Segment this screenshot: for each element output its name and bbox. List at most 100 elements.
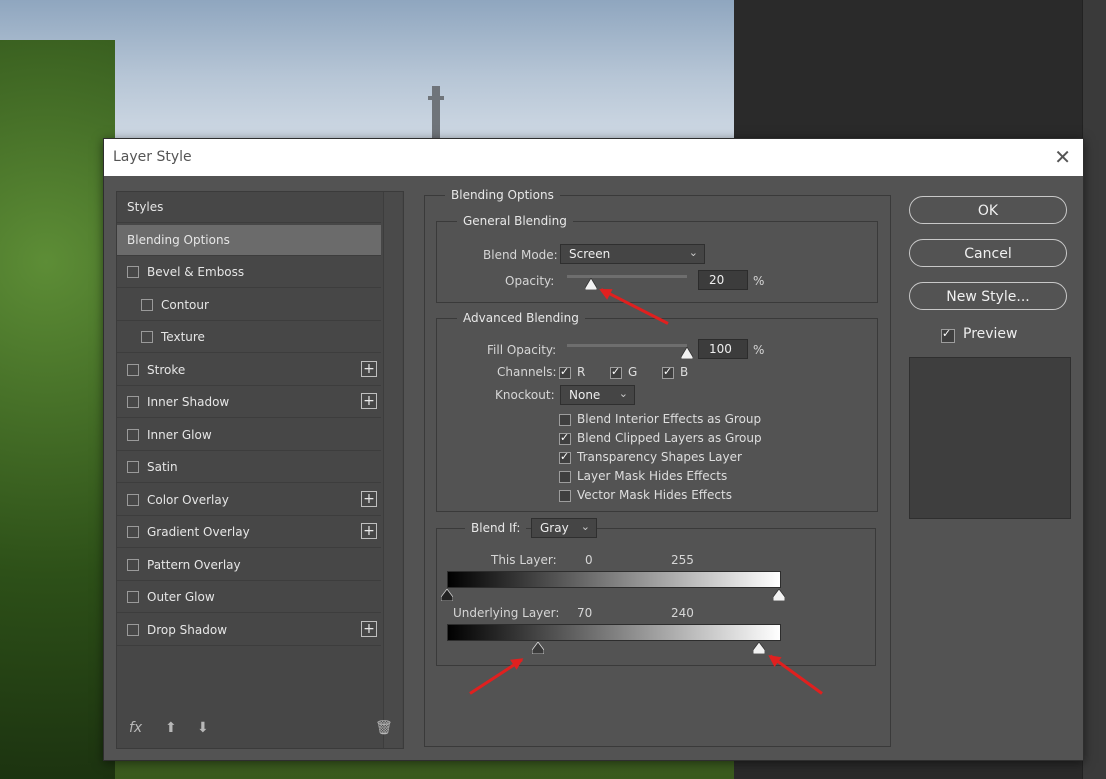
- style-item-label: Bevel & Emboss: [147, 265, 245, 279]
- option-checkbox-4[interactable]: [559, 490, 571, 502]
- styles-scrollbar[interactable]: [383, 192, 402, 748]
- this-layer-low-value: 0: [585, 553, 593, 567]
- advanced-blending-title: Advanced Blending: [457, 311, 585, 325]
- style-item-checkbox[interactable]: [141, 298, 153, 311]
- advanced-blending-group: Advanced Blending Fill Opacity: % Channe…: [436, 311, 878, 512]
- this-layer-label: This Layer:: [491, 553, 557, 567]
- knockout-label: Knockout:: [495, 388, 555, 402]
- preview-checkbox[interactable]: [941, 327, 955, 343]
- underlying-high-slider[interactable]: [753, 642, 766, 654]
- background-trees: [0, 40, 115, 779]
- add-effect-icon[interactable]: +: [361, 523, 377, 539]
- option-checkbox-1[interactable]: [559, 431, 571, 445]
- style-item-inner-glow[interactable]: Inner Glow: [117, 420, 381, 451]
- chevron-down-icon: ⌄: [688, 246, 698, 259]
- styles-header[interactable]: Styles: [117, 192, 381, 223]
- right-panel-strip: [1082, 0, 1106, 779]
- new-style-button[interactable]: New Style...: [909, 282, 1067, 310]
- general-blending-group: General Blending Blend Mode: Screen ⌄ Op…: [436, 214, 878, 303]
- this-layer-low-slider[interactable]: [441, 589, 453, 601]
- style-item-checkbox[interactable]: [127, 526, 139, 538]
- fill-opacity-slider-track[interactable]: [567, 344, 687, 347]
- knockout-value: None: [569, 388, 601, 402]
- style-item-checkbox[interactable]: [127, 591, 139, 603]
- trash-icon[interactable]: 🗑: [375, 720, 393, 736]
- styles-header-label: Styles: [127, 200, 164, 214]
- styles-toolbar: fx ⬆ ⬇ 🗑: [129, 720, 393, 740]
- cancel-button[interactable]: Cancel: [909, 239, 1067, 267]
- style-item-checkbox[interactable]: [127, 493, 139, 506]
- this-layer-gradient-bar[interactable]: [447, 571, 781, 588]
- style-item-label: Gradient Overlay: [147, 525, 250, 539]
- style-item-blending-options[interactable]: Blending Options: [117, 224, 381, 256]
- style-item-checkbox[interactable]: [127, 461, 139, 473]
- style-item-outer-glow[interactable]: Outer Glow: [117, 582, 381, 613]
- style-item-checkbox[interactable]: [127, 558, 139, 571]
- add-effect-icon[interactable]: +: [361, 620, 377, 637]
- blend-if-label: Blend If:: [465, 521, 527, 535]
- add-effect-icon[interactable]: +: [361, 490, 377, 507]
- chevron-down-icon: ⌄: [618, 387, 628, 400]
- preview-thumbnail: [909, 357, 1071, 519]
- style-item-checkbox[interactable]: [127, 266, 139, 278]
- option-checkbox-2[interactable]: [559, 450, 571, 464]
- preview-label: Preview: [963, 326, 1018, 342]
- option-checkbox-0[interactable]: [559, 414, 571, 426]
- opacity-input[interactable]: [698, 270, 748, 290]
- opacity-unit: %: [753, 274, 765, 288]
- style-item-label: Color Overlay: [147, 492, 229, 507]
- blending-options-panel: Blending Options General Blending Blend …: [424, 188, 891, 747]
- fill-opacity-input[interactable]: [698, 339, 748, 359]
- fill-opacity-unit: %: [753, 343, 765, 357]
- underlying-layer-gradient-bar[interactable]: [447, 624, 781, 641]
- fx-icon[interactable]: fx: [129, 720, 142, 736]
- close-icon[interactable]: ✕: [1054, 145, 1071, 169]
- opacity-slider-thumb[interactable]: [585, 278, 597, 290]
- style-item-contour[interactable]: Contour: [117, 290, 381, 321]
- style-item-label: Inner Glow: [147, 427, 212, 442]
- style-item-gradient-overlay[interactable]: Gradient Overlay +: [117, 517, 381, 548]
- move-up-icon[interactable]: ⬆: [165, 720, 177, 736]
- style-item-label: Outer Glow: [147, 590, 215, 604]
- style-item-stroke[interactable]: Stroke +: [117, 355, 381, 386]
- style-item-drop-shadow[interactable]: Drop Shadow +: [117, 615, 381, 646]
- option-checkbox-3[interactable]: [559, 471, 571, 483]
- styles-list-panel: Styles Blending Options Bevel & Emboss Con…: [116, 191, 404, 749]
- style-item-checkbox[interactable]: [127, 623, 139, 636]
- style-item-label: Pattern Overlay: [147, 557, 241, 572]
- style-item-color-overlay[interactable]: Color Overlay +: [117, 485, 381, 516]
- blend-mode-select[interactable]: Screen ⌄: [560, 244, 705, 264]
- style-item-pattern-overlay[interactable]: Pattern Overlay: [117, 550, 381, 581]
- style-item-checkbox[interactable]: [127, 428, 139, 441]
- ok-button[interactable]: OK: [909, 196, 1067, 224]
- this-layer-high-value: 255: [671, 553, 694, 567]
- this-layer-high-slider[interactable]: [773, 589, 785, 601]
- underlying-low-slider[interactable]: [532, 642, 545, 654]
- underlying-low-value: 70: [577, 606, 593, 620]
- fill-opacity-slider-thumb[interactable]: [681, 347, 693, 359]
- style-item-label: Stroke: [147, 362, 186, 377]
- move-down-icon[interactable]: ⬇: [197, 720, 209, 736]
- style-item-texture[interactable]: Texture: [117, 322, 381, 353]
- style-item-checkbox[interactable]: [127, 396, 139, 408]
- style-item-label: Inner Shadow: [147, 395, 230, 409]
- option-label-2: Transparency Shapes Layer: [577, 450, 742, 464]
- style-item-label: Contour: [161, 297, 209, 312]
- church-spire: [432, 86, 440, 138]
- add-effect-icon[interactable]: +: [361, 360, 377, 377]
- style-item-checkbox[interactable]: [127, 363, 139, 376]
- channel-b-checkbox[interactable]: [662, 365, 674, 379]
- style-item-checkbox[interactable]: [141, 331, 153, 343]
- channel-g-checkbox[interactable]: [610, 365, 622, 379]
- style-item-satin[interactable]: Satin: [117, 452, 381, 483]
- channels-label: Channels:: [497, 365, 557, 379]
- style-item-bevel-emboss[interactable]: Bevel & Emboss: [117, 257, 381, 288]
- blend-mode-label: Blend Mode:: [483, 248, 558, 262]
- channel-g-label: G: [628, 365, 638, 379]
- blend-if-select[interactable]: Gray ⌄: [531, 518, 597, 538]
- opacity-label: Opacity:: [505, 274, 555, 288]
- add-effect-icon[interactable]: +: [361, 393, 377, 409]
- style-item-inner-shadow[interactable]: Inner Shadow +: [117, 387, 381, 418]
- knockout-select[interactable]: None ⌄: [560, 385, 635, 405]
- channel-r-checkbox[interactable]: [559, 365, 571, 379]
